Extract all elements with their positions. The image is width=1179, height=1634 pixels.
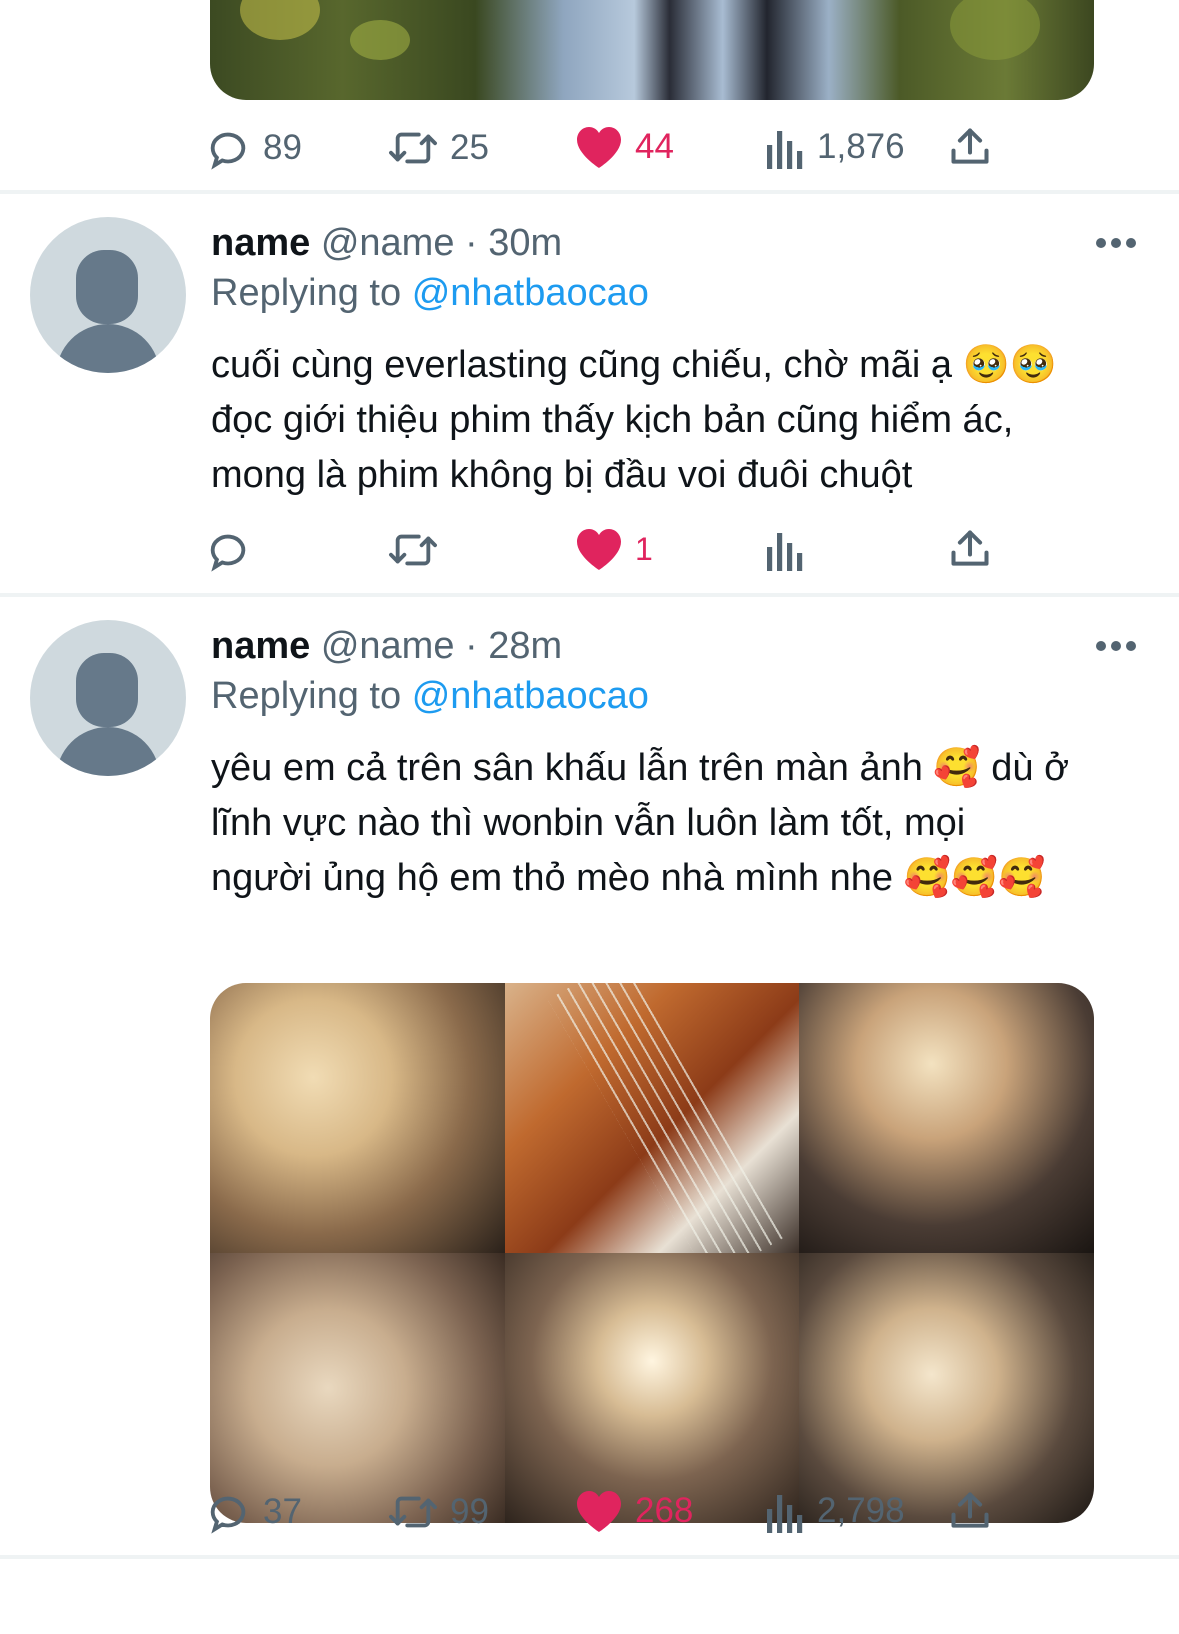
tweet-text: yêu em cả trên sân khấu lẫn trên màn ảnh… [211,741,1151,906]
reply-button[interactable]: 37 [205,1489,302,1535]
share-button[interactable] [948,125,992,169]
retweet-count: 25 [450,128,489,167]
retweet-arrows-icon [389,132,437,164]
like-button[interactable]: 1 [575,527,653,571]
retweet-arrows-icon [389,534,437,566]
tweet-text-line: đọc giới thiệu phim thấy kịch bản cũng h… [211,399,1014,441]
views-button[interactable]: 2,798 [765,1489,905,1533]
reply-count: 37 [263,1492,302,1531]
more-dots-icon[interactable] [1096,641,1136,653]
replying-to-label: Replying to [211,675,402,717]
speech-bubble-icon [210,132,246,170]
heart-icon [577,529,621,570]
handle[interactable]: @name [321,222,455,264]
share-button[interactable] [948,1489,992,1533]
tweet-text-line: lĩnh vực nào thì wonbin vẫn luôn làm tốt… [211,802,966,844]
speech-bubble-icon [210,1496,246,1534]
tweet-text-line: yêu em cả trên sân khấu lẫn trên màn ảnh… [211,747,1070,789]
grid-photo[interactable] [799,1253,1094,1523]
bar-chart-icon [767,533,803,571]
views-count: 2,798 [817,1491,905,1530]
share-upload-icon [951,128,989,164]
share-button[interactable] [948,527,992,571]
replying-to-label: Replying to [211,272,402,314]
share-upload-icon [951,530,989,566]
like-count: 44 [635,127,674,166]
retweet-count: 99 [450,1492,489,1531]
bar-chart-icon [767,1495,803,1533]
views-button[interactable]: 1,876 [765,125,905,169]
reply-count: 89 [263,128,302,167]
grid-photo[interactable] [504,983,800,1253]
mention-link[interactable]: @nhatbaocao [412,675,649,717]
replying-to: Replying to @nhatbaocao [211,675,649,718]
grid-photo[interactable] [504,1253,800,1523]
timestamp[interactable]: · 28m [465,625,562,667]
retweet-arrows-icon [389,1496,437,1528]
divider [0,190,1179,194]
grid-photo[interactable] [210,1253,505,1523]
avatar[interactable] [30,620,186,776]
bar-chart-icon [767,131,803,169]
reply-button[interactable] [205,527,263,573]
tweet-header: name @name · 28m [211,625,562,668]
replying-to: Replying to @nhatbaocao [211,272,649,315]
retweet-button[interactable] [388,527,450,573]
timestamp[interactable]: · 30m [465,222,562,264]
tweet-text: cuối cùng everlasting cũng chiếu, chờ mã… [211,338,1151,503]
views-button[interactable] [765,527,817,571]
grid-photo[interactable] [799,983,1094,1253]
photo-grid[interactable] [210,983,1094,1523]
share-upload-icon [951,1492,989,1528]
display-name[interactable]: name [211,625,310,667]
grid-photo[interactable] [210,983,505,1253]
like-count: 268 [635,1491,694,1530]
speech-bubble-icon [210,534,246,572]
like-button[interactable]: 268 [575,1489,693,1533]
tweet-text-line: người ủng hộ em thỏ mèo nhà mình nhe 🥰🥰🥰 [211,857,1046,899]
like-count: 1 [635,530,653,567]
tweet-text-line: cuối cùng everlasting cũng chiếu, chờ mã… [211,344,1058,386]
display-name[interactable]: name [211,222,310,264]
tweet-header: name @name · 30m [211,222,562,265]
divider [0,593,1179,597]
like-button[interactable]: 44 [575,125,674,169]
tweet-text-line: mong là phim không bị đầu voi đuôi chuột [211,454,913,496]
heart-icon [577,1491,621,1532]
reply-button[interactable]: 89 [205,125,302,171]
avatar[interactable] [30,217,186,373]
views-count: 1,876 [817,127,905,166]
retweet-button[interactable]: 99 [388,1489,489,1535]
mention-link[interactable]: @nhatbaocao [412,272,649,314]
retweet-button[interactable]: 25 [388,125,489,171]
divider [0,1555,1179,1559]
heart-icon [577,127,621,168]
more-dots-icon[interactable] [1096,238,1136,250]
tweet-photo[interactable] [210,0,1094,100]
handle[interactable]: @name [321,625,455,667]
